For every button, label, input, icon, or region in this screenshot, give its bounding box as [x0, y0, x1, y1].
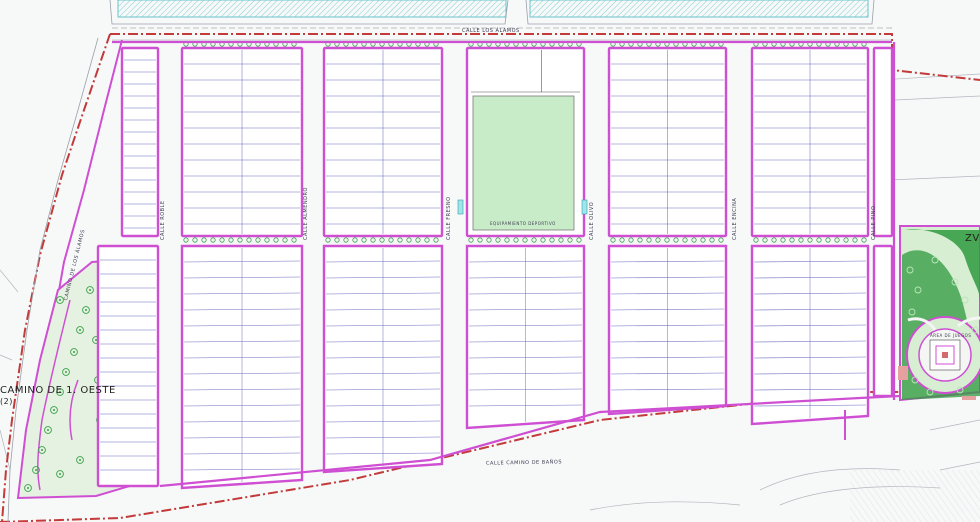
- park-tree-center: [79, 459, 81, 461]
- zone-corner-label: ZV: [965, 233, 980, 244]
- street-v-label-3: CALLE FRESNO: [446, 196, 452, 240]
- top-building-left: [117, 0, 507, 18]
- urban-plan-drawing: [0, 0, 980, 522]
- block-column-5: [750, 41, 870, 426]
- block-column-3: [465, 41, 586, 430]
- sports-field-label: EQUIPAMIENTO DEPORTIVO: [490, 221, 556, 226]
- street-v-label-1: CALLE ROBLE: [160, 200, 166, 240]
- sports-field: [472, 95, 575, 231]
- street-west-label: CAMINO DE 1. OESTE: [0, 385, 116, 396]
- park-tree-center: [35, 469, 37, 471]
- top-building-right: [529, 0, 869, 18]
- street-v-label-4: CALLE OLIVO: [589, 201, 595, 240]
- site-plan: CALLE LOS ÁLAMOS CALLE CAMINO DE BAÑOS C…: [0, 0, 980, 522]
- street-west-sub-label: (2): [0, 397, 13, 406]
- street-v-label-6: CALLE PINO: [871, 205, 877, 240]
- marker-cyan-left: [457, 199, 464, 215]
- block-column-1: [180, 41, 304, 490]
- park-tree-center: [79, 329, 81, 331]
- park-tree-center: [47, 429, 49, 431]
- street-v-label-5: CALLE ENCINA: [732, 197, 738, 240]
- park-tree-center: [27, 487, 29, 489]
- park-tree-center: [59, 473, 61, 475]
- block-east-strip-bottom: [872, 244, 894, 398]
- block-strip-bottom: [96, 244, 160, 488]
- park-tree-center: [85, 309, 87, 311]
- block-column-4: [607, 41, 728, 416]
- park-tree-center: [95, 339, 97, 341]
- park-tree-center: [89, 289, 91, 291]
- block-column-2: [322, 41, 444, 474]
- park-tree-center: [73, 351, 75, 353]
- east-park: [898, 225, 980, 402]
- park-tree-center: [53, 409, 55, 411]
- plaza-label: ÁREA DE JUEGOS: [930, 333, 972, 338]
- park-tree-center: [65, 371, 67, 373]
- marker-cyan-right: [581, 199, 588, 215]
- park-tree-center: [59, 299, 61, 301]
- block-strip-top: [120, 46, 160, 238]
- park-tree-center: [41, 449, 43, 451]
- street-top-label: CALLE LOS ÁLAMOS: [462, 28, 520, 34]
- street-v-label-2: CALLE ALMENDRO: [303, 187, 309, 240]
